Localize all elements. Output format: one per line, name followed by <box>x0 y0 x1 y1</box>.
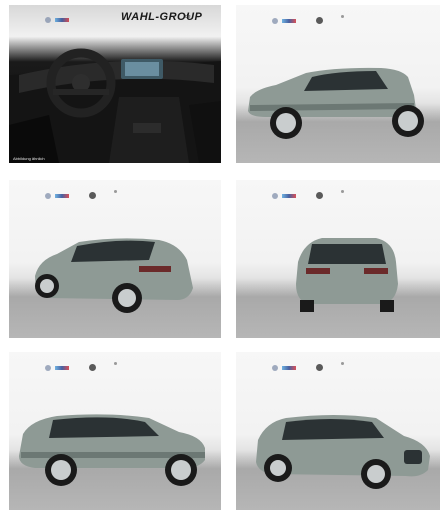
car-side-left-image <box>248 67 424 139</box>
gallery-tile-front-right[interactable] <box>236 352 440 510</box>
interior-illustration <box>9 48 221 163</box>
photo-caption: Abbildung ähnlich <box>13 156 45 161</box>
gallery-tile-rear[interactable] <box>236 180 440 338</box>
car-side-right-image <box>19 414 205 486</box>
gallery-tile-interior[interactable]: WAHL-GROUP de Abbildung ähnlich <box>9 5 221 163</box>
car-front-right-image <box>256 415 430 489</box>
gallery-tile-side-right[interactable] <box>9 352 221 510</box>
gallery-tile-rear-left[interactable] <box>9 180 221 338</box>
car-rear-left-image <box>35 238 193 313</box>
car-rear-image <box>296 238 398 312</box>
gallery-tile-side-left[interactable] <box>236 5 440 163</box>
